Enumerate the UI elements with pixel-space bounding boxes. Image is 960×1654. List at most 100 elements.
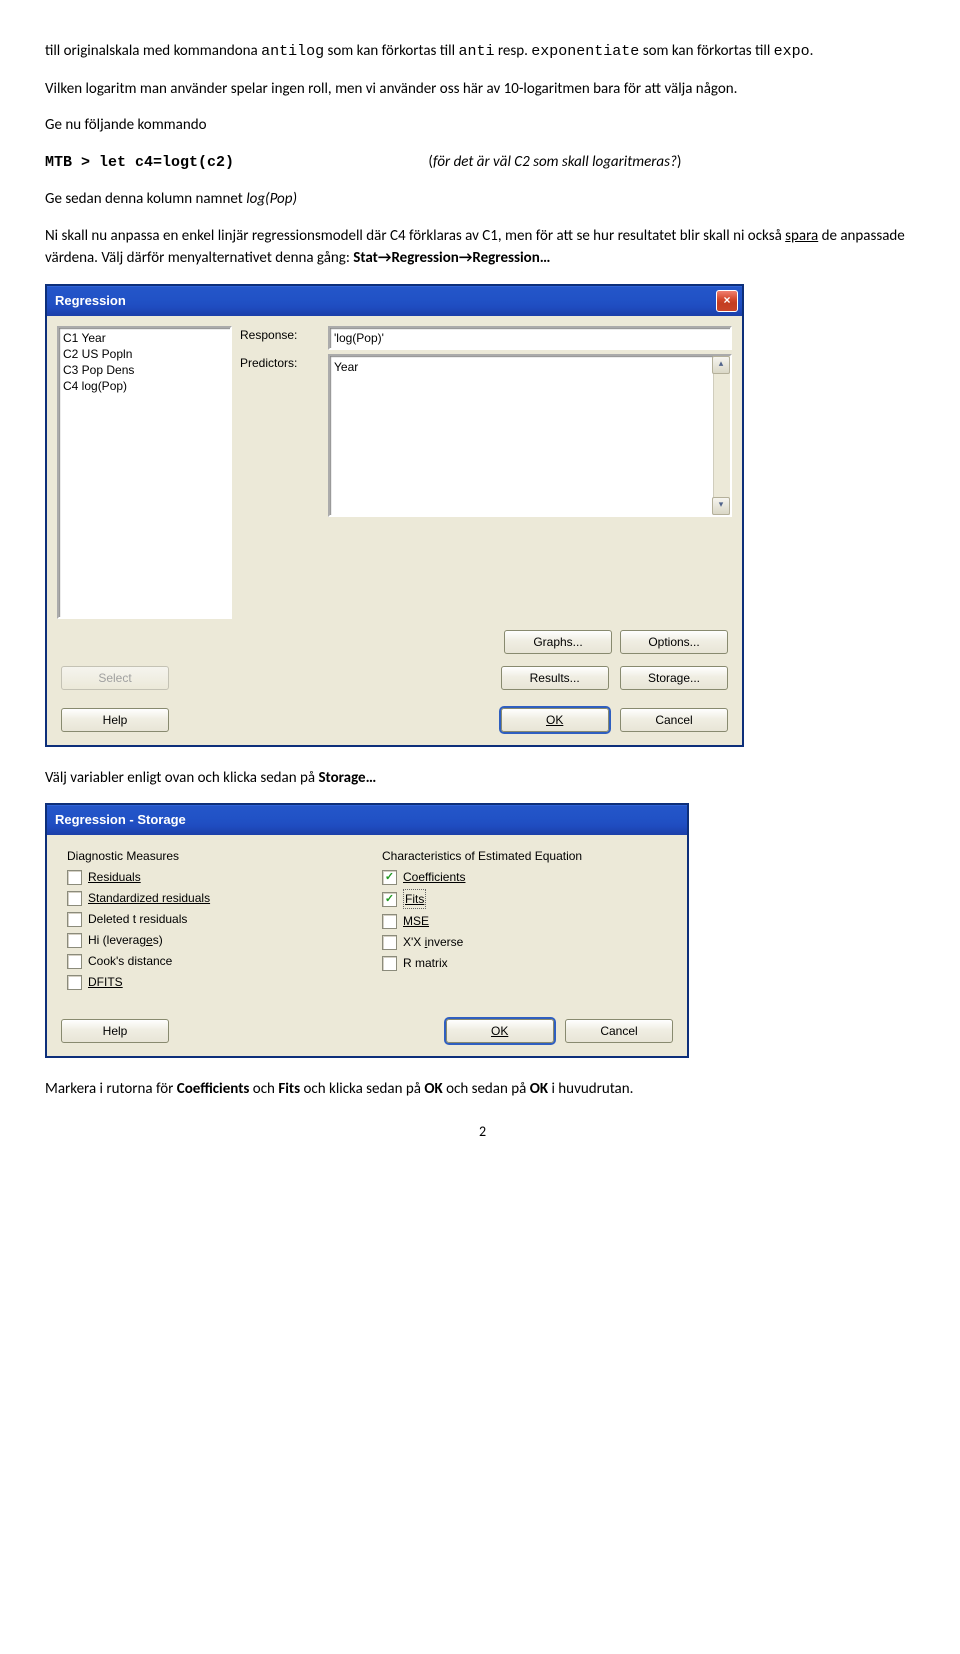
list-item[interactable]: C3 Pop Dens — [63, 362, 226, 378]
checkbox-icon[interactable] — [67, 891, 82, 906]
r-matrix-option[interactable]: R matrix — [382, 954, 667, 972]
paragraph-5: Ni skall nu anpassa en enkel linjär regr… — [45, 225, 920, 270]
std-residuals-option[interactable]: Standardized residuals — [67, 889, 352, 907]
storage-dialog: Regression - Storage Diagnostic Measures… — [45, 803, 689, 1058]
label-text: X'X — [403, 935, 425, 949]
checkbox-icon[interactable] — [67, 975, 82, 990]
text: och — [249, 1080, 278, 1098]
help-button[interactable]: Help — [61, 708, 169, 732]
scroll-down-icon[interactable]: ▾ — [712, 497, 730, 515]
text: och sedan på — [443, 1080, 530, 1098]
text: till originalskala med kommandona — [45, 42, 261, 60]
menu-regression: Regression — [391, 249, 458, 267]
label-text: Residuals — [88, 870, 141, 884]
predictors-input[interactable]: Year ▴ ▾ — [328, 354, 732, 517]
code: expo — [774, 43, 810, 60]
checkbox-icon[interactable] — [67, 933, 82, 948]
options-button[interactable]: Options... — [620, 630, 728, 654]
list-item[interactable]: C4 log(Pop) — [63, 378, 226, 394]
option-label: X'X inverse — [403, 933, 463, 951]
xx-inverse-option[interactable]: X'X inverse — [382, 933, 667, 951]
fits-option[interactable]: ✓Fits — [382, 889, 667, 909]
close-icon[interactable]: × — [716, 290, 738, 312]
label-text: DFITS — [88, 975, 123, 989]
bold-text: Fits — [278, 1080, 300, 1098]
paragraph-2: Vilken logaritm man använder spelar inge… — [45, 78, 920, 101]
bold-text: OK — [424, 1080, 442, 1098]
label-text: s) — [153, 933, 163, 947]
response-label: Response: — [240, 326, 320, 344]
checkbox-icon[interactable]: ✓ — [382, 870, 397, 885]
dfits-option[interactable]: DFITS — [67, 973, 352, 991]
deleted-t-option[interactable]: Deleted t residuals — [67, 910, 352, 928]
regression-dialog: Regression × C1 Year C2 US Popln C3 Pop … — [45, 284, 744, 747]
characteristics-header: Characteristics of Estimated Equation — [382, 847, 667, 865]
ok-button[interactable]: OK — [446, 1019, 554, 1043]
predictors-label: Predictors: — [240, 354, 320, 372]
response-input[interactable]: 'log(Pop)' — [328, 326, 732, 350]
coefficients-option[interactable]: ✓Coefficients — [382, 868, 667, 886]
paragraph-7: Markera i rutorna för Coefficients och F… — [45, 1078, 920, 1101]
ok-button[interactable]: OK — [501, 708, 609, 732]
option-label: R matrix — [403, 954, 448, 972]
residuals-option[interactable]: Residuals — [67, 868, 352, 886]
storage-bold: Storage… — [318, 769, 376, 787]
checkbox-icon[interactable] — [382, 914, 397, 929]
option-label: MSE — [403, 912, 429, 930]
storage-button[interactable]: Storage... — [620, 666, 728, 690]
option-label: DFITS — [88, 973, 123, 991]
option-label: Standardized residuals — [88, 889, 210, 907]
option-label: Cook's distance — [88, 952, 172, 970]
text: Ge sedan denna kolumn namnet — [45, 190, 246, 208]
paragraph-1: till originalskala med kommandona antilo… — [45, 40, 920, 64]
select-button: Select — [61, 666, 169, 690]
text: . — [810, 42, 814, 60]
scroll-up-icon[interactable]: ▴ — [712, 356, 730, 374]
cancel-button[interactable]: Cancel — [620, 708, 728, 732]
checkbox-icon[interactable] — [67, 912, 82, 927]
text: i huvudrutan. — [548, 1080, 633, 1098]
label-text: nverse — [427, 935, 463, 949]
italic-text: log(Pop) — [246, 190, 297, 208]
code: anti — [458, 43, 494, 60]
cancel-button[interactable]: Cancel — [565, 1019, 673, 1043]
dialog-title: Regression - Storage — [55, 810, 186, 830]
scrollbar[interactable]: ▴ ▾ — [713, 356, 730, 515]
page-number: 2 — [45, 1121, 920, 1142]
hi-leverages-option[interactable]: Hi (leverages) — [67, 931, 352, 949]
text: och klicka sedan på — [300, 1080, 424, 1098]
bold-text: Coefficients — [177, 1080, 250, 1098]
cooks-distance-option[interactable]: Cook's distance — [67, 952, 352, 970]
code: exponentiate — [531, 43, 639, 60]
option-label: Residuals — [88, 868, 141, 886]
checkbox-icon[interactable] — [67, 870, 82, 885]
label-text: e — [146, 933, 153, 947]
command-line: MTB > let c4=logt(c2) (för det är väl C2… — [45, 151, 920, 175]
code: antilog — [261, 43, 324, 60]
checkbox-icon[interactable] — [382, 956, 397, 971]
variable-listbox[interactable]: C1 Year C2 US Popln C3 Pop Dens C4 log(P… — [57, 326, 232, 619]
graphs-button[interactable]: Graphs... — [504, 630, 612, 654]
checkbox-icon[interactable]: ✓ — [382, 892, 397, 907]
list-item[interactable]: C2 US Popln — [63, 346, 226, 362]
dialog-title: Regression — [55, 291, 126, 311]
checkbox-icon[interactable] — [382, 935, 397, 950]
dialog-titlebar[interactable]: Regression × — [47, 286, 742, 316]
diagnostic-header: Diagnostic Measures — [67, 847, 352, 865]
paren-close: ) — [677, 153, 682, 171]
results-button[interactable]: Results... — [501, 666, 609, 690]
option-label: Deleted t residuals — [88, 910, 187, 928]
arrow-icon: → — [459, 249, 473, 267]
command-prompt: MTB > let c4=logt(c2) — [45, 152, 425, 175]
label-text: Hi (leverag — [88, 933, 146, 947]
note-italic: för det är väl C2 som skall logaritmeras… — [433, 153, 677, 171]
text: Markera i rutorna för — [45, 1080, 177, 1098]
text: som kan förkortas till — [324, 42, 458, 60]
text: resp. — [494, 42, 531, 60]
checkbox-icon[interactable] — [67, 954, 82, 969]
dialog-titlebar[interactable]: Regression - Storage — [47, 805, 687, 835]
text: Ni skall nu anpassa en enkel linjär regr… — [45, 227, 785, 245]
mse-option[interactable]: MSE — [382, 912, 667, 930]
list-item[interactable]: C1 Year — [63, 330, 226, 346]
help-button[interactable]: Help — [61, 1019, 169, 1043]
